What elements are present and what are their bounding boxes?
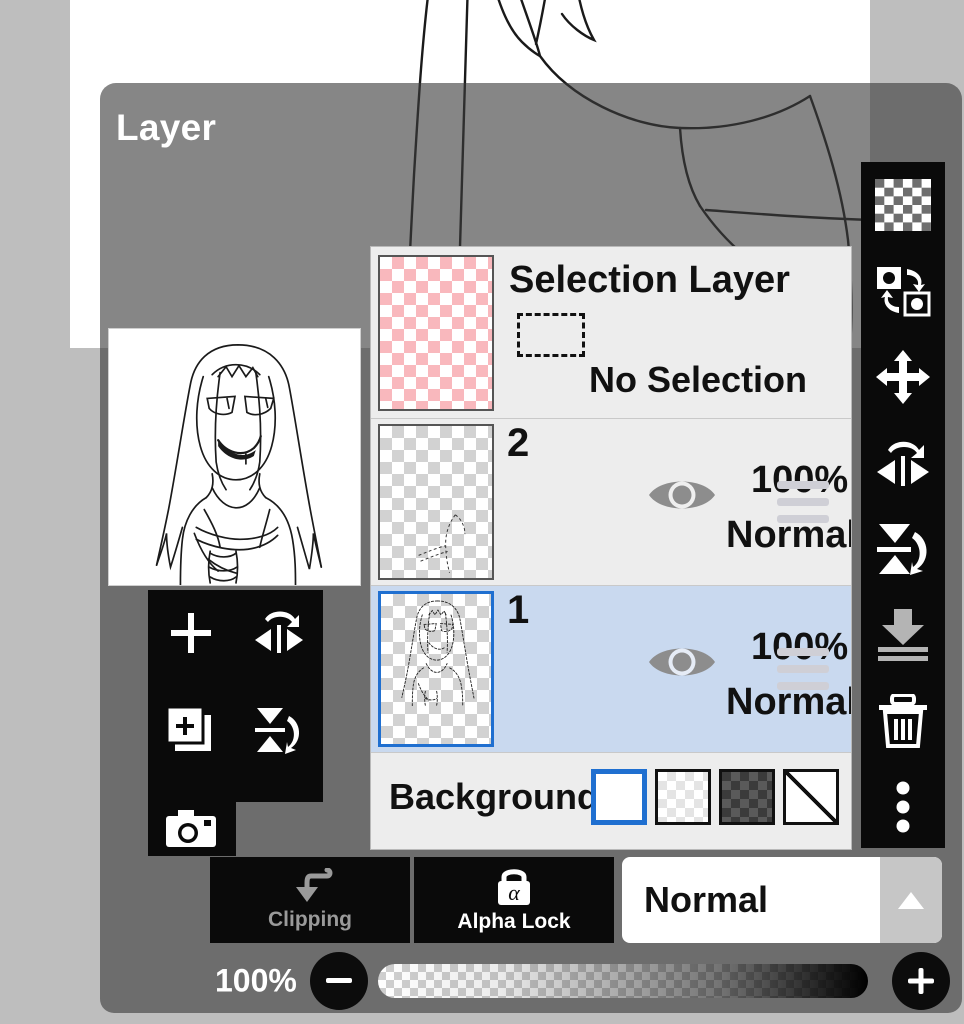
layer-row-selected[interactable]: 1 100% Normal [371, 586, 851, 753]
layer-row-body: 2 100% Normal [501, 419, 851, 585]
checkerboard-icon [875, 179, 931, 231]
camera-button[interactable] [148, 802, 234, 856]
svg-text:α: α [508, 880, 520, 905]
flip-vertical-icon [255, 708, 300, 754]
clipping-arrow-icon [296, 868, 333, 902]
selection-layer-title: Selection Layer [509, 259, 790, 301]
flip-vertical-button[interactable] [236, 696, 322, 766]
alpha-lock-label: Alpha Lock [457, 910, 571, 933]
rotate-flip-vertical-icon [877, 524, 927, 575]
layer-row-selection[interactable]: Selection Layer No Selection [371, 247, 851, 419]
layer-name: 1 [507, 588, 530, 632]
opacity-slider-bar: 100% [200, 948, 950, 1014]
selection-row-body: Selection Layer No Selection [501, 247, 851, 418]
three-dots-icon [896, 781, 910, 833]
dashed-marquee-icon [517, 313, 585, 357]
preview-artwork [155, 344, 323, 585]
add-layer-button[interactable] [148, 598, 234, 668]
merge-down-icon [878, 609, 928, 661]
move-arrows-icon [876, 350, 930, 404]
layer-thumbnail-wrap[interactable] [371, 419, 501, 585]
duplicate-layer-icon [165, 705, 211, 751]
rotate-flip-vertical-button[interactable] [861, 506, 945, 592]
layer-thumbnail-artwork [401, 600, 475, 707]
selection-status: No Selection [589, 359, 808, 400]
rotate-flip-horizontal-button[interactable] [861, 420, 945, 506]
app-root: Layer Selection Layer No Selection 2 100… [0, 0, 964, 1024]
rotate-flip-horizontal-icon [877, 441, 929, 486]
opacity-decrease-button[interactable] [310, 952, 368, 1010]
background-swatches [591, 769, 839, 825]
blend-mode-arrow-button[interactable] [880, 857, 942, 943]
clipping-button[interactable]: Clipping [210, 857, 410, 943]
dark-checker-background-swatch[interactable] [719, 769, 775, 825]
background-label: Background [389, 776, 600, 817]
light-checker-background-swatch[interactable] [655, 769, 711, 825]
eye-icon [649, 481, 715, 509]
page-title: Layer [116, 107, 217, 148]
layer-thumbnail-active [378, 591, 494, 747]
transfer-swap-icon [877, 267, 931, 317]
right-tool-column [861, 162, 945, 848]
selection-thumbnail-wrap[interactable] [371, 247, 501, 418]
layer-visibility-toggle[interactable] [647, 471, 717, 524]
alpha-lock-button[interactable]: α Alpha Lock [414, 857, 614, 943]
layer-thumbnail-artwork [418, 514, 466, 573]
flip-horizontal-icon [255, 611, 303, 653]
layer-name: 2 [507, 421, 530, 465]
minus-icon [326, 978, 352, 983]
transparency-button[interactable] [861, 162, 945, 248]
trash-icon [879, 694, 927, 748]
plus-icon [908, 968, 934, 994]
more-options-button[interactable] [861, 764, 945, 850]
move-layer-button[interactable] [861, 334, 945, 420]
transfer-layer-button[interactable] [861, 248, 945, 334]
layer-thumbnail-wrap[interactable] [371, 586, 501, 752]
selection-layer-thumbnail [378, 254, 494, 411]
layer-thumbnail [378, 424, 494, 580]
drag-handle-icon[interactable] [777, 648, 829, 699]
background-row: Background [371, 753, 851, 841]
opacity-value-label: 100% [215, 962, 297, 999]
duplicate-layer-button[interactable] [148, 696, 234, 766]
blend-mode-select[interactable]: Normal [622, 857, 942, 943]
no-background-swatch[interactable] [783, 769, 839, 825]
camera-icon [166, 810, 216, 847]
white-background-swatch[interactable] [591, 769, 647, 825]
delete-layer-button[interactable] [861, 678, 945, 764]
layer-visibility-toggle[interactable] [647, 638, 717, 691]
opacity-increase-button[interactable] [892, 952, 950, 1010]
plus-icon [171, 613, 211, 653]
flip-horizontal-button[interactable] [236, 598, 322, 668]
triangle-up-icon [898, 892, 924, 909]
blend-mode-value: Normal [644, 879, 769, 920]
clipping-label: Clipping [268, 908, 352, 931]
pink-checker-thumbnail [380, 256, 492, 409]
left-tool-cluster [148, 590, 323, 856]
layer-list: Selection Layer No Selection 2 100% Norm… [370, 246, 852, 850]
opacity-slider-track[interactable] [378, 964, 868, 998]
drag-handle-icon[interactable] [777, 481, 829, 532]
layer-row-body: 1 100% Normal [501, 586, 851, 752]
layer-row[interactable]: 2 100% Normal [371, 419, 851, 586]
alpha-lock-icon: α [498, 869, 530, 905]
merge-down-button[interactable] [861, 592, 945, 678]
canvas-preview-thumbnail[interactable] [108, 328, 361, 586]
eye-icon [649, 648, 715, 676]
